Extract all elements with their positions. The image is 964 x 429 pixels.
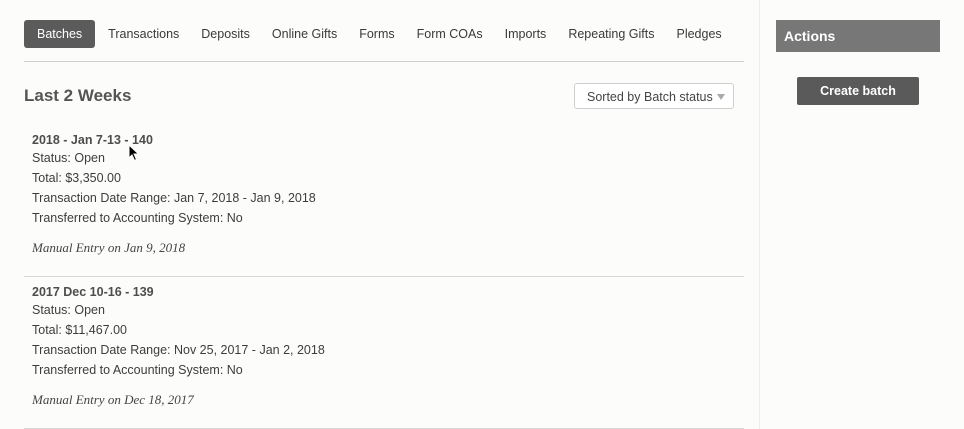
batch-entry-note: Manual Entry on Jan 9, 2018 <box>32 240 186 255</box>
tab-form-coas[interactable]: Form COAs <box>406 20 494 48</box>
batch-status: Status: Open <box>32 303 105 317</box>
tab-repeating-gifts[interactable]: Repeating Gifts <box>557 20 665 48</box>
batch-transferred: Transferred to Accounting System: No <box>32 363 243 377</box>
tabs-divider <box>24 61 744 62</box>
batch-entry-note: Manual Entry on Dec 18, 2017 <box>32 392 194 407</box>
actions-header: Actions <box>776 20 940 52</box>
sort-dropdown[interactable]: Sorted by Batch status <box>574 83 734 109</box>
batch-total: Total: $11,467.00 <box>32 323 127 337</box>
tab-forms[interactable]: Forms <box>348 20 405 48</box>
tab-transactions[interactable]: Transactions <box>97 20 190 48</box>
chevron-down-icon <box>717 94 725 100</box>
mouse-pointer-icon <box>128 144 140 162</box>
tab-batches[interactable]: Batches <box>24 20 96 48</box>
tab-imports[interactable]: Imports <box>494 20 558 48</box>
batch-title-link[interactable]: 2017 Dec 10-16 - 139 <box>32 285 154 299</box>
create-batch-button[interactable]: Create batch <box>797 77 919 105</box>
batch-transferred: Transferred to Accounting System: No <box>32 211 243 225</box>
sort-dropdown-label: Sorted by Batch status <box>587 90 713 104</box>
batch-divider <box>24 276 744 277</box>
actions-sidebar: Actions Create batch <box>759 0 964 429</box>
batch-date-range: Transaction Date Range: Nov 25, 2017 - J… <box>32 343 325 357</box>
tab-bar: Batches Transactions Deposits Online Gif… <box>24 20 733 48</box>
section-title: Last 2 Weeks <box>24 86 132 105</box>
batch-date-range: Transaction Date Range: Jan 7, 2018 - Ja… <box>32 191 316 205</box>
main-content: Batches Transactions Deposits Online Gif… <box>0 0 760 429</box>
tab-online-gifts[interactable]: Online Gifts <box>261 20 348 48</box>
tab-pledges[interactable]: Pledges <box>665 20 732 48</box>
batch-total: Total: $3,350.00 <box>32 171 121 185</box>
batch-status: Status: Open <box>32 151 105 165</box>
tab-deposits[interactable]: Deposits <box>190 20 261 48</box>
